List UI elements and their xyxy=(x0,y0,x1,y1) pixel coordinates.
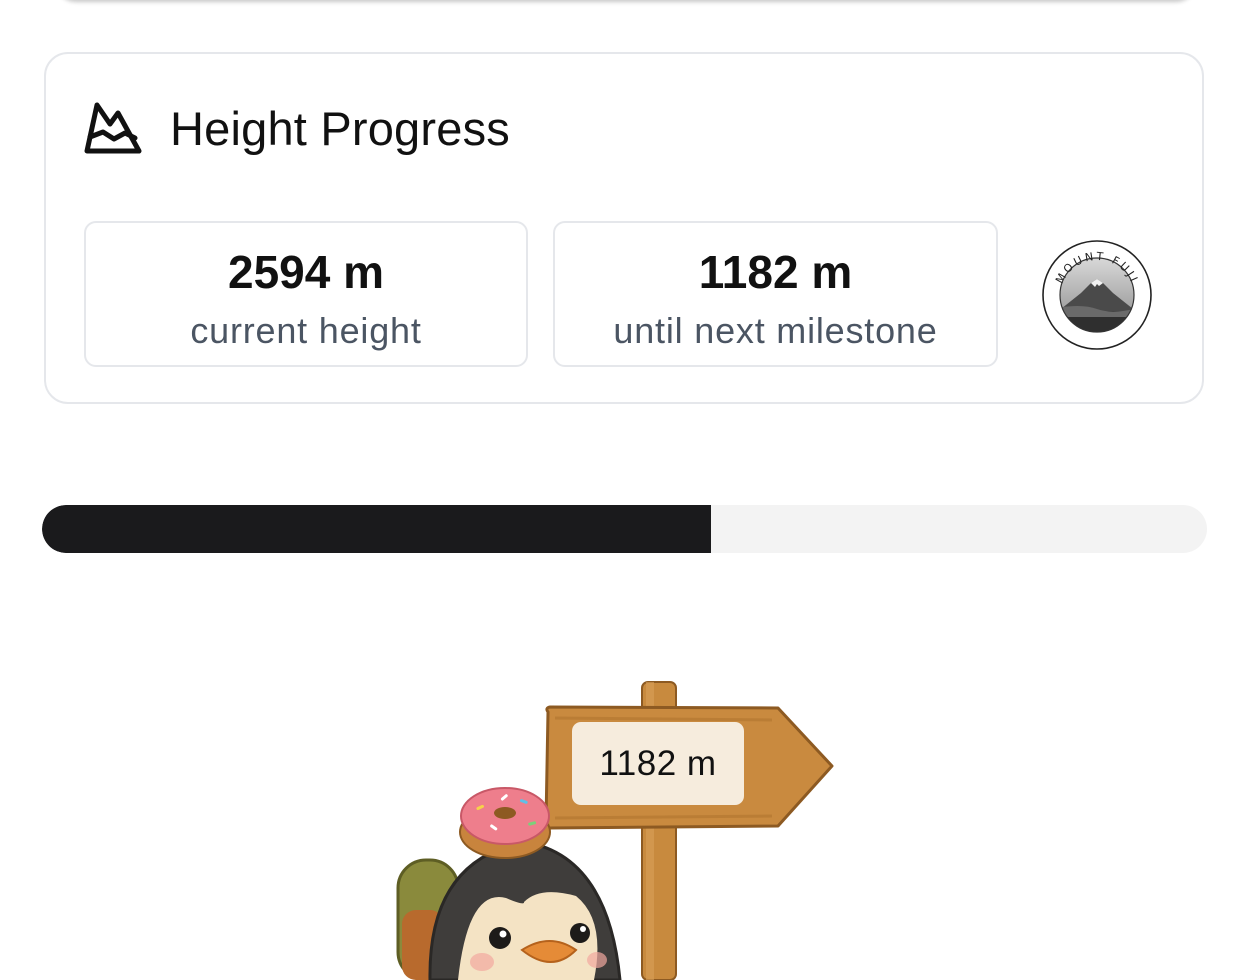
current-height-stat: 2594 m current height xyxy=(84,221,528,367)
current-height-value: 2594 m xyxy=(227,246,384,298)
next-milestone-stat: 1182 m until next milestone xyxy=(553,221,998,367)
height-progress-fill xyxy=(42,505,711,553)
current-height-label: current height xyxy=(190,310,422,351)
signpost-distance-label: 1182 m xyxy=(572,722,744,805)
mount-fuji-badge[interactable]: MOUNT FUJI xyxy=(1041,239,1153,351)
next-milestone-value: 1182 m xyxy=(698,246,853,298)
height-progress-bar xyxy=(42,505,1207,553)
card-title: Height Progress xyxy=(170,101,510,155)
mountain-icon xyxy=(84,102,142,154)
next-milestone-label: until next milestone xyxy=(613,310,938,351)
penguin-signpost-illustration: 1182 m xyxy=(380,670,850,980)
height-progress-card: Height Progress 2594 m current height 11… xyxy=(44,52,1204,404)
card-header: Height Progress xyxy=(84,100,510,156)
